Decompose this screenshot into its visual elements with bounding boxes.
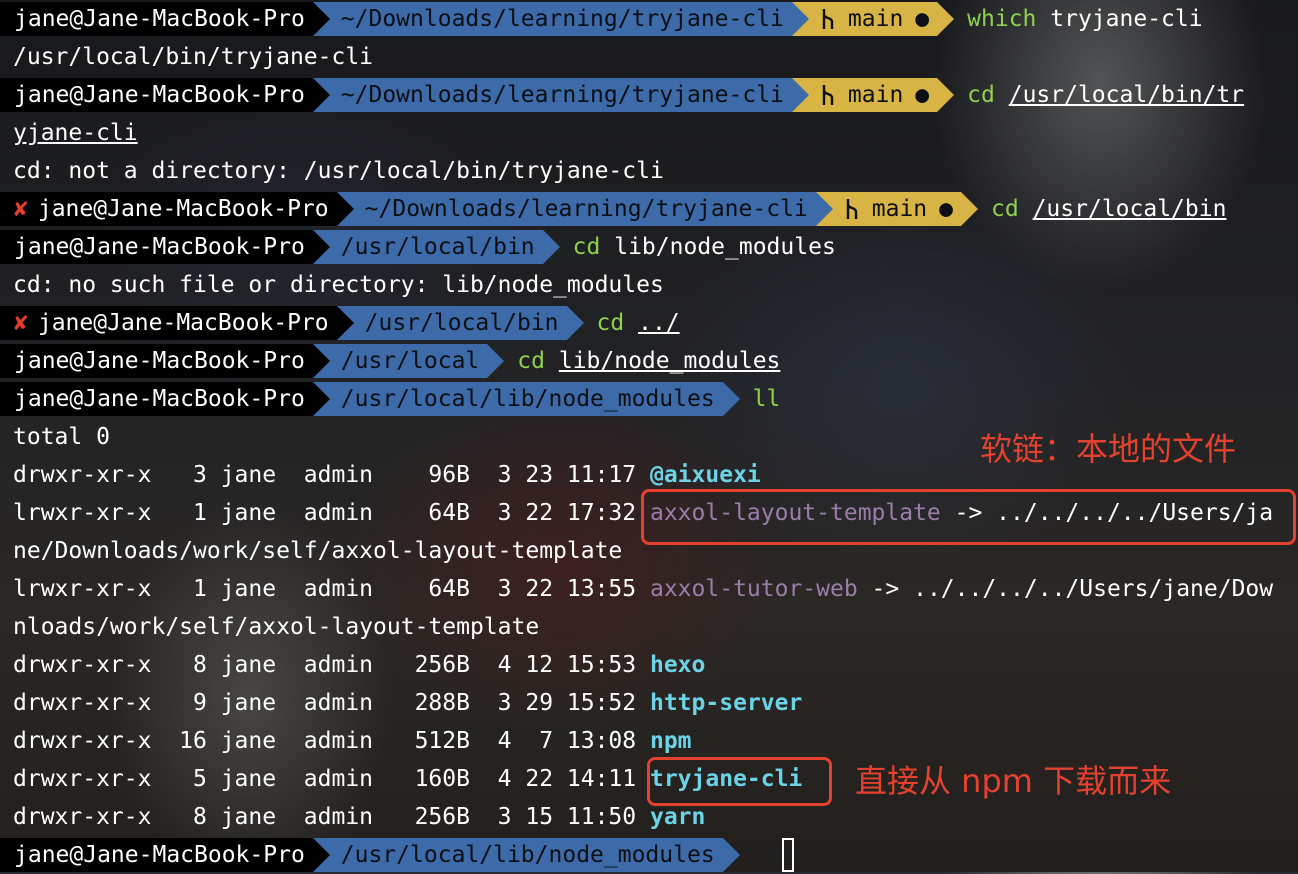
prompt-directory: ~/Downloads/learning/tryjane-cli — [336, 192, 833, 226]
listing-total: total 0 — [13, 424, 110, 450]
listing-link-target-wrap: nloads/work/self/axxol-layout-template — [13, 614, 540, 640]
prompt-git-status: main ● — [791, 78, 955, 112]
git-branch-icon — [846, 199, 857, 219]
listing-row: lrwxr-xr-x 1 jane admin 64B 3 22 13:55 a… — [0, 570, 1298, 608]
prompt-directory: ~/Downloads/learning/tryjane-cli — [312, 78, 810, 112]
npm-annotation: 直接从 npm 下载而来 — [855, 762, 1172, 800]
prompt-context: ✘ jane@Jane-MacBook-Pro — [0, 192, 354, 226]
prompt-context: jane@Jane-MacBook-Pro — [0, 2, 330, 36]
prompt-context: jane@Jane-MacBook-Pro — [0, 230, 330, 264]
npm-package-highlight-box — [647, 757, 832, 806]
command-input: cd lib/node_modules — [573, 228, 836, 266]
prompt-directory: /usr/local/bin — [312, 230, 560, 264]
error-status-icon: ✘ — [14, 196, 28, 222]
command-argument-wrap: yjane-cli — [13, 120, 138, 146]
command-argument: ../ — [638, 310, 680, 336]
prompt-context: jane@Jane-MacBook-Pro — [0, 382, 330, 416]
listing-name: hexo — [649, 652, 706, 678]
listing-name: axxol-tutor-web — [649, 576, 858, 602]
listing-info: drwxr-xr-x 5 jane admin 160B 4 22 14:11 — [13, 766, 650, 792]
output-text: cd: no such file or directory: lib/node_… — [13, 272, 664, 298]
command-name: cd — [517, 348, 545, 374]
prompt-context: ✘ jane@Jane-MacBook-Pro — [0, 306, 354, 340]
command-input: cd lib/node_modules — [517, 342, 780, 380]
prompt-git-status: main ● — [791, 2, 955, 36]
listing-row-wrap: nloads/work/self/axxol-layout-template — [0, 608, 1298, 646]
prompt-line-current: jane@Jane-MacBook-Pro /usr/local/lib/nod… — [0, 836, 1298, 874]
error-status-icon: ✘ — [14, 310, 28, 336]
command-name: cd — [596, 310, 625, 336]
prompt-user-host: jane@Jane-MacBook-Pro — [37, 196, 329, 222]
command-name: cd — [572, 234, 601, 260]
output-text: cd: not a directory: /usr/local/bin/tryj… — [13, 158, 664, 184]
listing-info: drwxr-xr-x 3 jane admin 96B 3 23 11:17 — [13, 462, 650, 488]
git-branch-icon — [822, 9, 834, 29]
prompt-line: ✘ jane@Jane-MacBook-Pro ~/Downloads/learn… — [0, 190, 1298, 228]
prompt-line: jane@Jane-MacBook-Pro /usr/local/bin cd … — [0, 228, 1298, 266]
listing-name: npm — [649, 728, 692, 754]
listing-info: drwxr-xr-x 16 jane admin 512B 4 7 13:08 — [13, 728, 650, 754]
prompt-line: jane@Jane-MacBook-Pro /usr/local/lib/nod… — [0, 380, 1298, 418]
output-text: /usr/local/bin/tryjane-cli — [13, 44, 374, 70]
listing-row: drwxr-xr-x 8 jane admin 256B 4 12 15:53 … — [0, 646, 1298, 684]
prompt-directory: /usr/local/lib/node_modules — [312, 382, 740, 416]
prompt-context: jane@Jane-MacBook-Pro — [0, 78, 330, 112]
output-line: yjane-cli — [0, 114, 1298, 152]
listing-info: drwxr-xr-x 8 jane admin 256B 4 12 15:53 — [13, 652, 650, 678]
listing-name: http-server — [649, 690, 803, 716]
command-input: which tryjane-cli — [967, 0, 1202, 38]
output-line: cd: not a directory: /usr/local/bin/tryj… — [0, 152, 1298, 190]
command-argument: lib/node_modules — [558, 348, 781, 374]
command-name: cd — [991, 196, 1019, 222]
prompt-line: ✘ jane@Jane-MacBook-Pro /usr/local/bin cd… — [0, 304, 1298, 342]
symlink-highlight-box — [641, 489, 1296, 545]
prompt-user-host: jane@Jane-MacBook-Pro — [37, 310, 329, 336]
listing-row: drwxr-xr-x 16 jane admin 512B 4 7 13:08 … — [0, 722, 1298, 760]
command-name: which — [967, 6, 1037, 32]
prompt-line: jane@Jane-MacBook-Pro ~/Downloads/learni… — [0, 0, 1298, 38]
listing-info: lrwxr-xr-x 1 jane admin 64B 3 22 17:32 — [13, 500, 650, 526]
command-input: cd /usr/local/bin — [991, 190, 1226, 228]
command-input: cd ../ — [597, 304, 680, 342]
listing-link-target-wrap: ne/Downloads/work/self/axxol-layout-temp… — [13, 538, 623, 564]
command-input: cd /usr/local/bin/tr — [967, 76, 1244, 114]
git-branch-name: main — [847, 6, 904, 32]
prompt-context: jane@Jane-MacBook-Pro — [0, 838, 330, 872]
prompt-line: jane@Jane-MacBook-Pro ~/Downloads/learni… — [0, 76, 1298, 114]
git-branch-name: main — [871, 196, 928, 222]
command-argument: tryjane-cli — [1050, 6, 1203, 32]
git-branch-name: main — [847, 82, 904, 108]
listing-link-target: -> ../../../../Users/jane/Dow — [857, 576, 1274, 602]
command-argument: /usr/local/bin/tr — [1008, 82, 1245, 108]
prompt-context: jane@Jane-MacBook-Pro — [0, 344, 330, 378]
listing-info: drwxr-xr-x 9 jane admin 288B 3 29 15:52 — [13, 690, 650, 716]
prompt-git-status: main ● — [815, 192, 979, 226]
dirty-indicator: ● — [915, 6, 930, 32]
command-name: ll — [752, 386, 781, 412]
text-cursor[interactable] — [782, 838, 794, 872]
dirty-indicator: ● — [915, 82, 930, 108]
listing-info: lrwxr-xr-x 1 jane admin 64B 3 22 13:55 — [13, 576, 650, 602]
command-name: cd — [967, 82, 995, 108]
prompt-directory: /usr/local — [312, 344, 505, 378]
dirty-indicator: ● — [939, 196, 954, 222]
command-input: ll — [753, 380, 781, 418]
prompt-line: jane@Jane-MacBook-Pro /usr/local cd lib/… — [0, 342, 1298, 380]
listing-row: drwxr-xr-x 9 jane admin 288B 3 29 15:52 … — [0, 684, 1298, 722]
listing-info: drwxr-xr-x 8 jane admin 256B 3 15 11:50 — [13, 804, 650, 830]
prompt-directory: ~/Downloads/learning/tryjane-cli — [312, 2, 810, 36]
prompt-directory: /usr/local/lib/node_modules — [312, 838, 740, 872]
command-argument: lib/node_modules — [614, 234, 836, 260]
prompt-directory: /usr/local/bin — [336, 306, 584, 340]
symlink-annotation: 软链：本地的文件 — [980, 430, 1237, 468]
command-argument: /usr/local/bin — [1032, 196, 1227, 222]
git-branch-icon — [822, 85, 834, 105]
output-line: /usr/local/bin/tryjane-cli — [0, 38, 1298, 76]
output-line: cd: no such file or directory: lib/node_… — [0, 266, 1298, 304]
